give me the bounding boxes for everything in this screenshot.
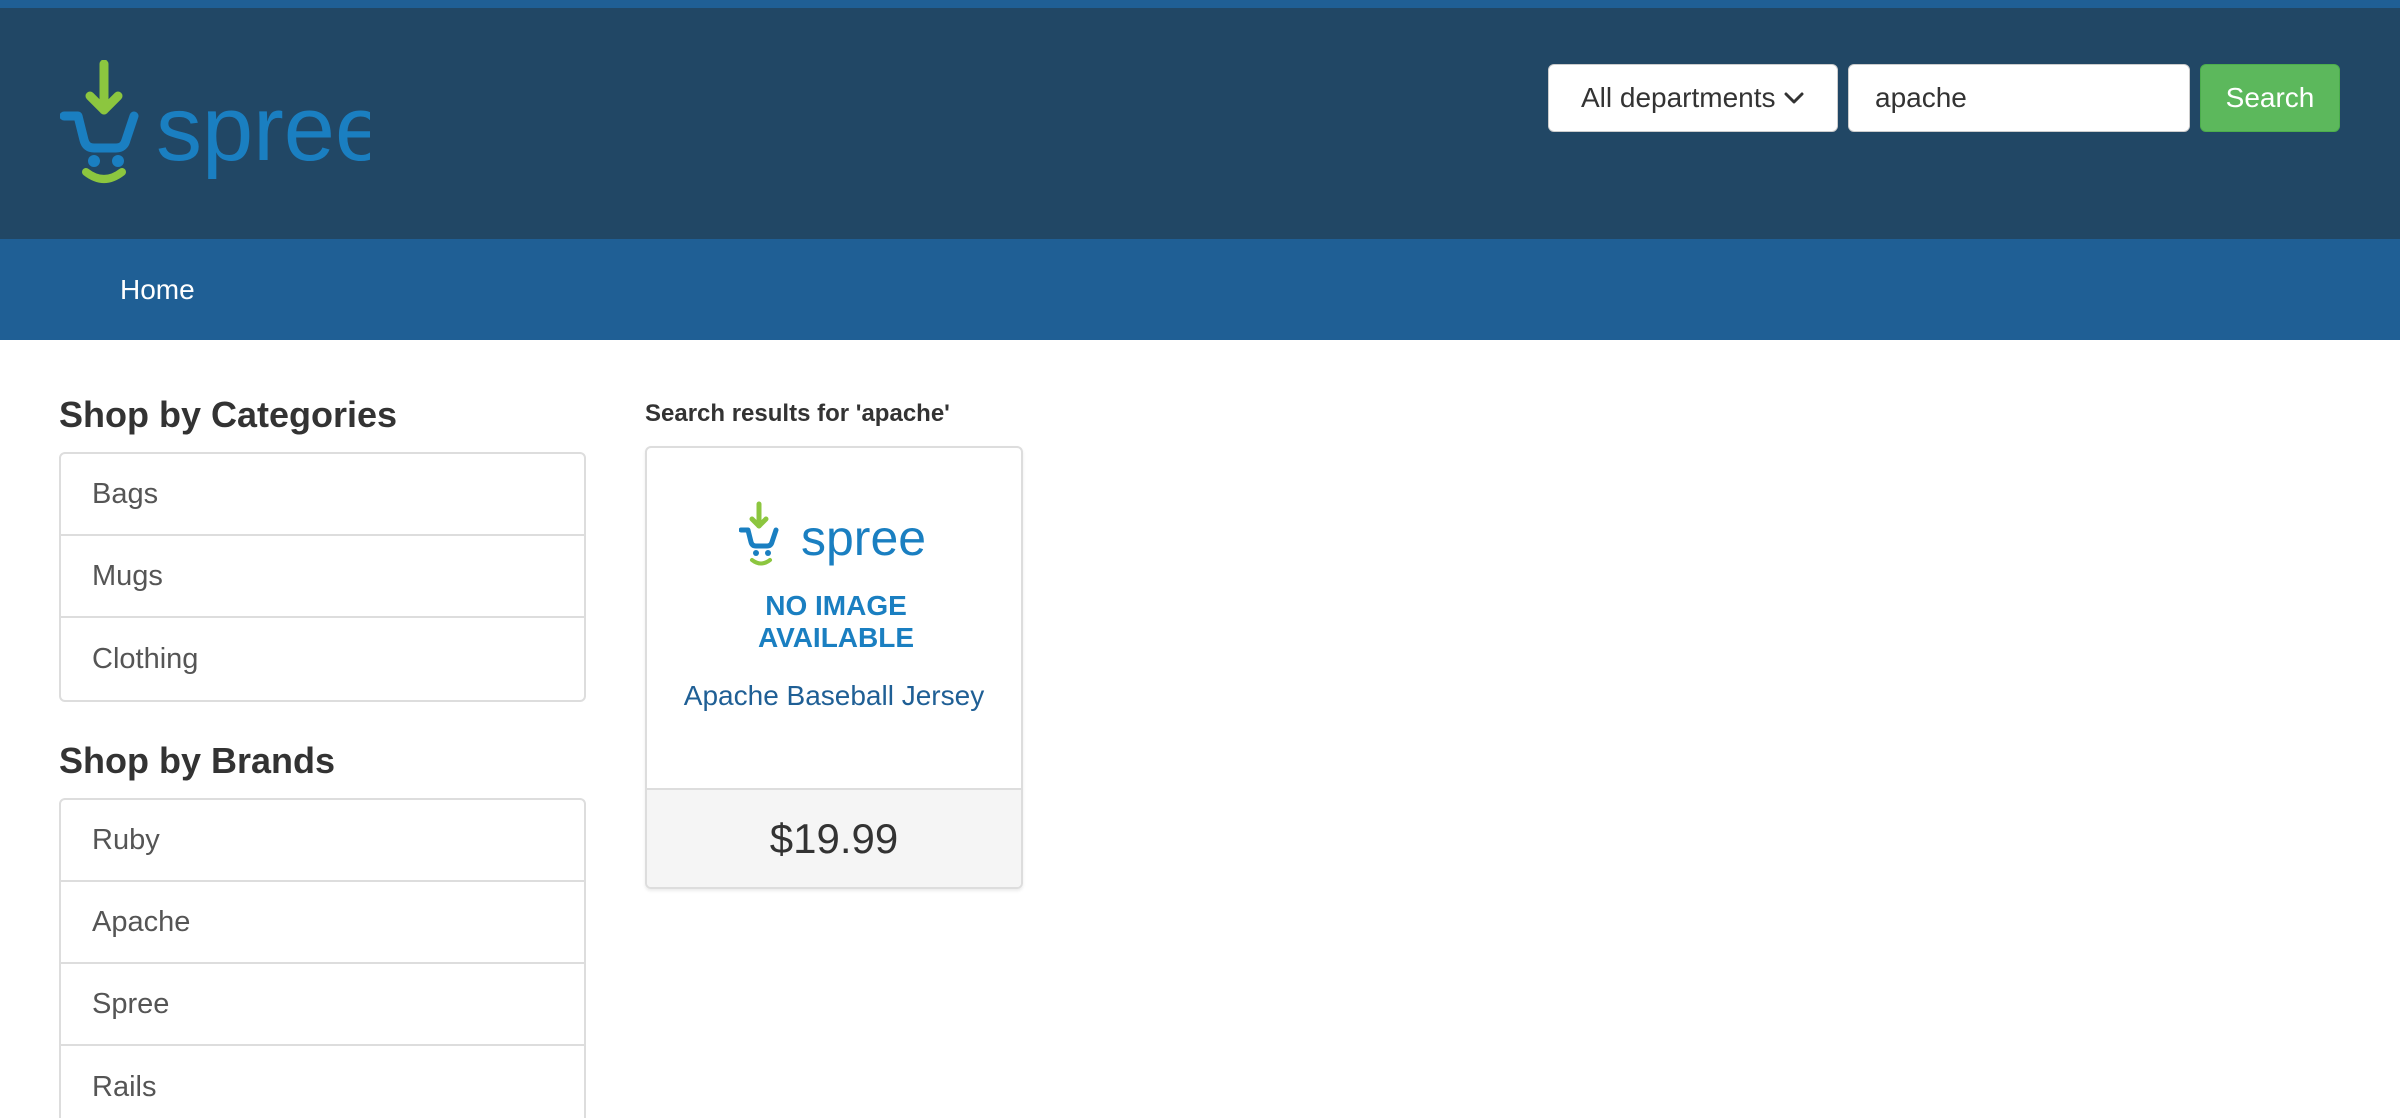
categories-heading: Shop by Categories: [59, 394, 398, 435]
brand-item-spree[interactable]: Spree: [61, 964, 584, 1046]
main-content: Shop by Categories Bags Mugs Clothing Sh…: [0, 340, 2400, 1118]
top-stripe: [0, 0, 2400, 8]
search-input[interactable]: [1848, 64, 2190, 132]
brand-item-ruby[interactable]: Ruby: [61, 800, 584, 882]
product-card[interactable]: spree NO IMAGE AVAILABLE Apache Baseball…: [645, 446, 1023, 889]
department-select[interactable]: All departments: [1548, 64, 1838, 132]
category-item-mugs[interactable]: Mugs: [61, 536, 584, 618]
placeholder-text-line1: NO IMAGE: [765, 590, 907, 621]
categories-list: Bags Mugs Clothing: [59, 452, 586, 702]
main-nav: Home: [0, 239, 2400, 340]
department-select-value: All departments: [1581, 82, 1776, 113]
no-image-placeholder[interactable]: spree NO IMAGE AVAILABLE: [739, 500, 933, 660]
search-bar: All departments Search: [1548, 64, 2340, 132]
search-button[interactable]: Search: [2200, 64, 2340, 132]
nav-home-link[interactable]: Home: [120, 274, 195, 306]
category-item-bags[interactable]: Bags: [61, 454, 584, 536]
brands-heading: Shop by Brands: [59, 740, 336, 781]
site-header: spree All departments Search: [0, 8, 2400, 239]
spree-logo[interactable]: spree: [60, 60, 370, 186]
sidebar: Shop by Categories Bags Mugs Clothing Sh…: [59, 392, 586, 1118]
brand-item-apache[interactable]: Apache: [61, 882, 584, 964]
placeholder-text-line2: AVAILABLE: [758, 622, 914, 653]
category-item-clothing[interactable]: Clothing: [61, 618, 584, 700]
chevron-down-icon: [1783, 87, 1805, 109]
product-price: $19.99: [647, 788, 1021, 887]
product-name-link[interactable]: Apache Baseball Jersey: [647, 680, 1021, 712]
logo-wordmark: spree: [156, 78, 370, 180]
search-results: Search results for 'apache' spree NO IMA…: [645, 400, 1023, 889]
brands-list: Ruby Apache Spree Rails: [59, 798, 586, 1118]
search-results-heading: Search results for 'apache': [645, 400, 950, 427]
brand-item-rails[interactable]: Rails: [61, 1046, 584, 1118]
placeholder-logo-wordmark: spree: [801, 510, 926, 566]
